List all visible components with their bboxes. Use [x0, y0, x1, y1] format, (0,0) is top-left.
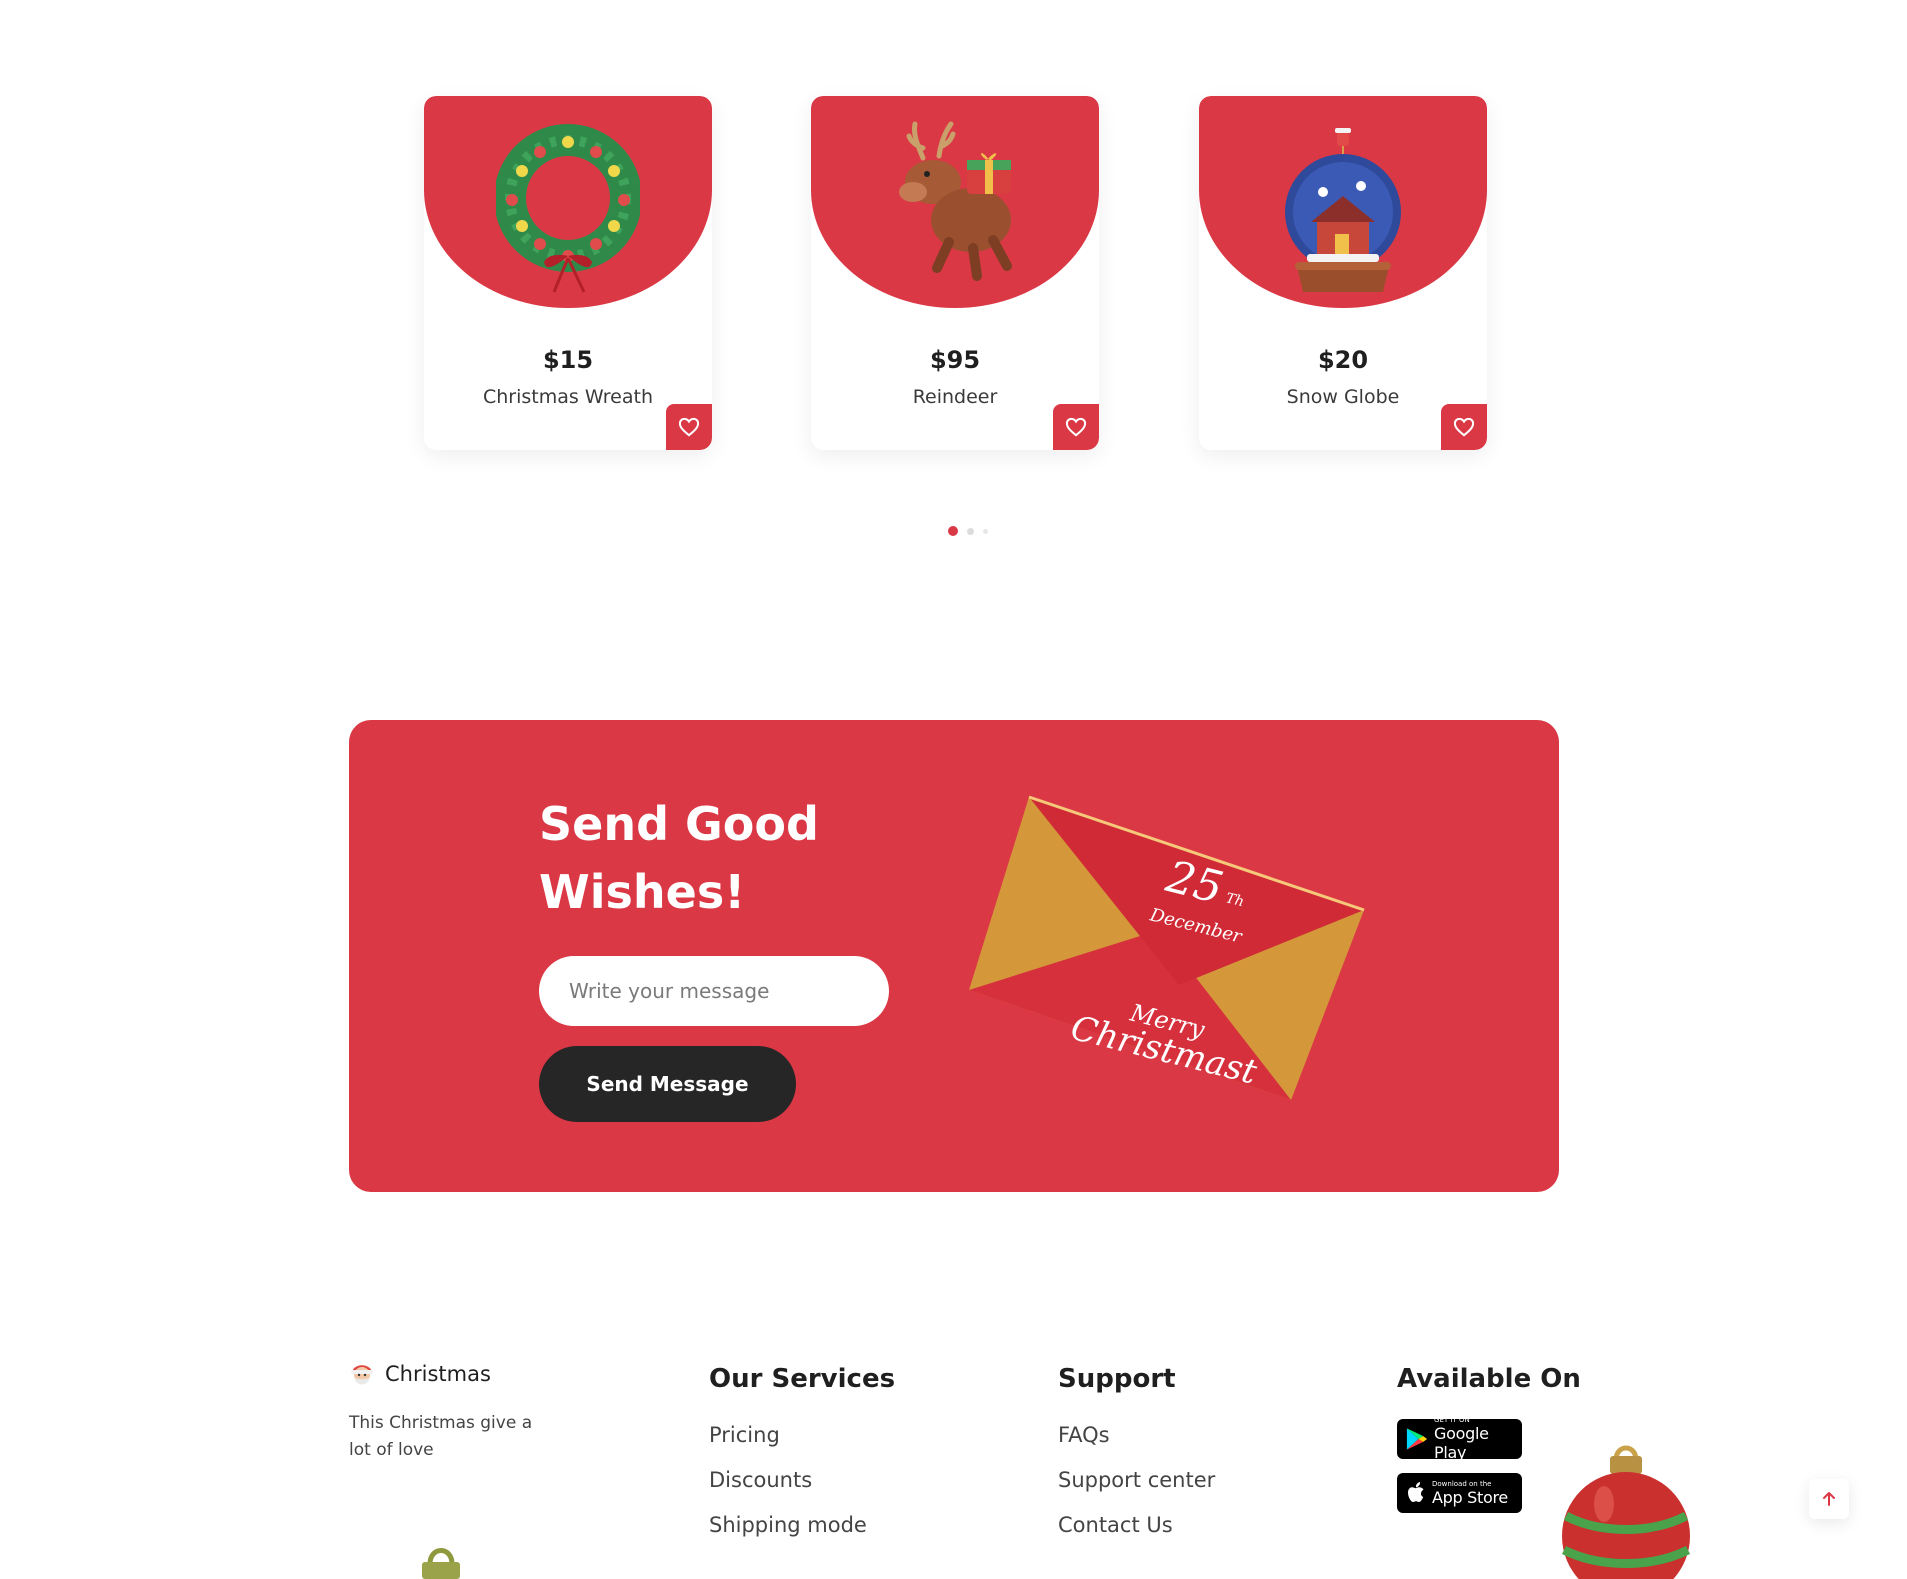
google-play-badge[interactable]: GET IT ON Google Play — [1397, 1416, 1522, 1462]
support-title: Support — [1058, 1364, 1176, 1394]
ornament-cap-image — [422, 1548, 460, 1579]
envelope-image: 25 Th December Merry Christmast — [969, 795, 1365, 1100]
heart-icon — [1065, 417, 1087, 437]
favorite-button[interactable] — [1441, 404, 1487, 450]
app-store-text: App Store — [1432, 1487, 1508, 1507]
app-store-small-text: Download on the — [1432, 1479, 1492, 1488]
snow-globe-image — [1285, 128, 1401, 292]
footer-link-discounts[interactable]: Discounts — [709, 1465, 867, 1510]
product-card[interactable]: $15 Christmas Wreath — [424, 96, 712, 450]
carousel-dot[interactable] — [967, 527, 974, 535]
footer-link-support-center[interactable]: Support center — [1058, 1465, 1215, 1510]
ornament-ball-image — [1561, 1445, 1691, 1579]
send-message-button[interactable]: Send Message — [539, 1046, 796, 1122]
brand-tagline: This Christmas give a lot of love — [349, 1413, 533, 1460]
services-links: Pricing Discounts Shipping mode — [709, 1420, 867, 1555]
footer-link-shipping-mode[interactable]: Shipping mode — [709, 1510, 867, 1555]
footer-brand[interactable]: Christmas — [349, 1360, 491, 1388]
footer-link-contact-us[interactable]: Contact Us — [1058, 1510, 1215, 1555]
heart-icon — [1453, 417, 1475, 437]
carousel-pagination — [948, 526, 988, 536]
product-price: $95 — [929, 346, 981, 374]
heart-icon — [678, 417, 700, 437]
product-card[interactable]: $20 Snow Globe — [1199, 96, 1487, 450]
google-play-text: Google Play — [1434, 1424, 1489, 1462]
reindeer-image — [899, 121, 1012, 281]
arrow-up-icon — [1823, 1492, 1835, 1506]
google-play-small-text: GET IT ON — [1434, 1416, 1470, 1424]
product-price: $20 — [1317, 346, 1369, 374]
christmas-wreath-image — [496, 124, 640, 293]
support-links: FAQs Support center Contact Us — [1058, 1420, 1215, 1555]
product-price: $15 — [542, 346, 594, 374]
message-input[interactable] — [539, 956, 889, 1026]
wishes-banner: Send Good Wishes! Send Message 25 Th Dec… — [349, 720, 1559, 1192]
available-on-title: Available On — [1397, 1364, 1581, 1394]
scroll-to-top-button[interactable] — [1809, 1479, 1849, 1519]
footer-link-faqs[interactable]: FAQs — [1058, 1420, 1215, 1465]
wishes-title: Send Good Wishes! — [539, 797, 819, 919]
brand-name: Christmas — [385, 1362, 491, 1386]
carousel-dot[interactable] — [983, 528, 988, 534]
services-title: Our Services — [709, 1364, 896, 1394]
santa-icon — [351, 1365, 373, 1385]
app-store-badge[interactable]: Download on the App Store — [1397, 1473, 1522, 1513]
product-card[interactable]: $95 Reindeer — [811, 96, 1099, 450]
carousel-dot-active[interactable] — [948, 526, 958, 536]
favorite-button[interactable] — [666, 404, 712, 450]
google-play-icon — [1406, 1428, 1428, 1450]
footer-link-pricing[interactable]: Pricing — [709, 1420, 867, 1465]
favorite-button[interactable] — [1053, 404, 1099, 450]
apple-icon — [1408, 1482, 1424, 1502]
